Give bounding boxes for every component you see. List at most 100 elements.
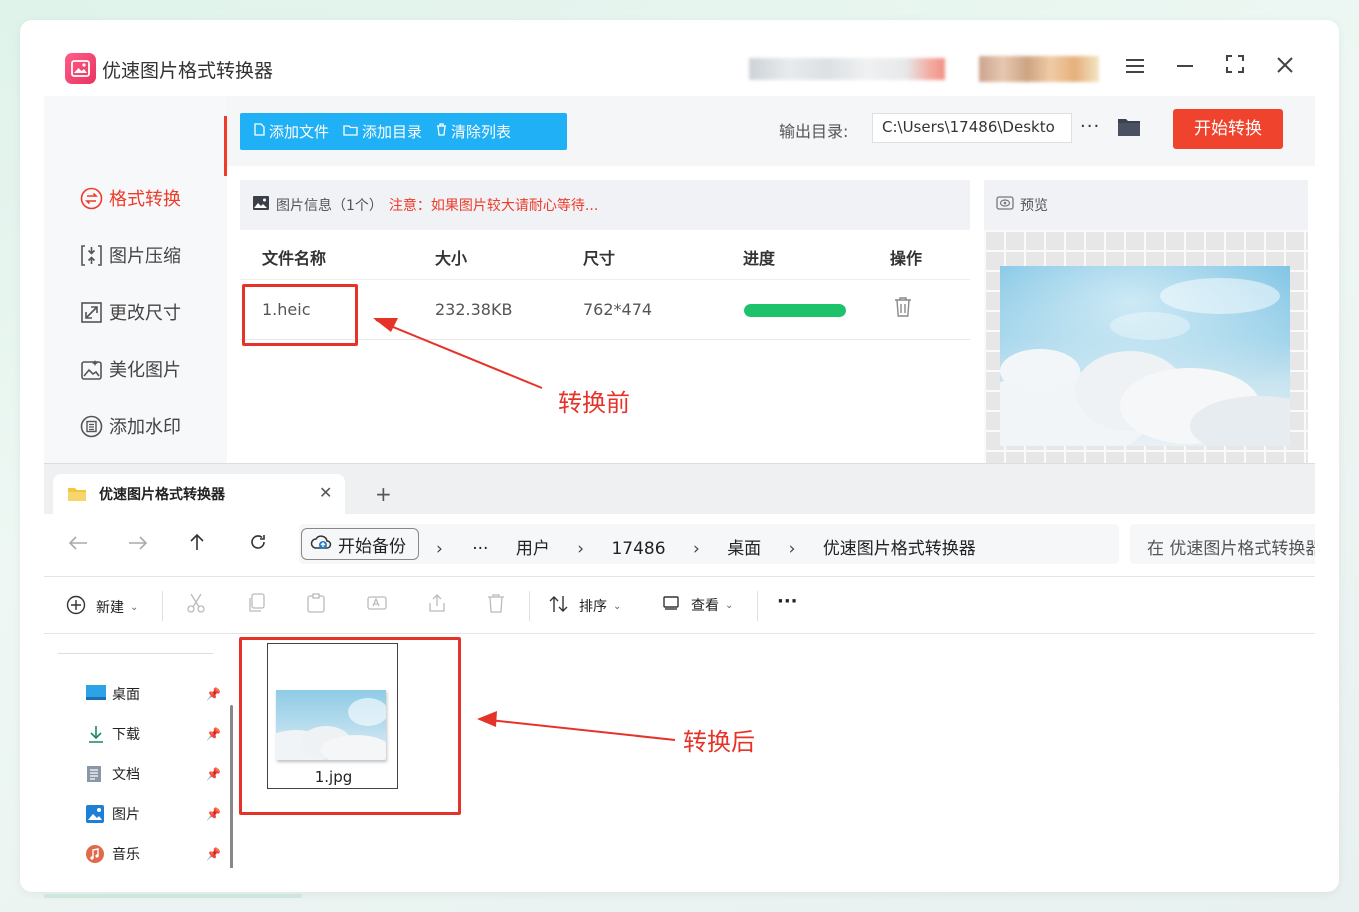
forward-icon[interactable]	[128, 532, 148, 556]
document-icon	[86, 765, 106, 783]
annotation-before: 转换前	[558, 389, 630, 417]
nav-item-music[interactable]: 音乐 📌	[86, 840, 226, 868]
breadcrumb-desktop[interactable]: 桌面	[727, 539, 761, 559]
blurred-account-badge	[979, 56, 1099, 82]
sidebar-item-watermark[interactable]: 添加水印	[44, 402, 227, 450]
up-icon[interactable]	[189, 532, 205, 556]
divider	[757, 591, 758, 621]
progress-fill	[744, 304, 846, 317]
resize-icon	[80, 301, 103, 324]
fullscreen-icon[interactable]	[1219, 52, 1251, 84]
sidebar-item-format-convert[interactable]: 格式转换	[44, 174, 227, 222]
start-convert-button[interactable]: 开始转换	[1173, 109, 1283, 149]
col-dimensions: 尺寸	[583, 249, 616, 268]
nav-item-label: 文档	[112, 767, 140, 783]
open-folder-icon[interactable]	[1117, 116, 1141, 138]
divider	[162, 591, 163, 621]
breadcrumb-users[interactable]: 用户	[516, 539, 550, 559]
image-info-label: 图片信息（1个）	[276, 198, 383, 214]
breadcrumb-folder[interactable]: 优速图片格式转换器	[823, 539, 976, 559]
divider	[529, 591, 530, 621]
refresh-icon[interactable]	[249, 532, 267, 556]
add-file-button[interactable]: 添加文件	[254, 121, 329, 142]
copy-icon[interactable]	[247, 593, 265, 618]
view-label: 查看	[691, 598, 719, 614]
pin-icon[interactable]: 📌	[206, 767, 221, 781]
chevron-down-icon: ⌄	[130, 601, 139, 613]
explorer-tab[interactable]: 优速图片格式转换器	[53, 474, 345, 514]
back-icon[interactable]	[68, 532, 88, 556]
before-highlight-box	[242, 284, 358, 346]
clear-list-button[interactable]: 清除列表	[436, 121, 511, 142]
nav-item-downloads[interactable]: 下载 📌	[86, 720, 226, 748]
watermark-icon	[80, 415, 103, 438]
paste-icon[interactable]	[307, 593, 325, 618]
file-icon	[254, 123, 265, 140]
sidebar-item-label: 美化图片	[109, 360, 181, 381]
new-tab-button[interactable]: +	[375, 482, 392, 506]
command-bar: 新建 ⌄ 排序 ⌄ 查看 ⌄ ···	[44, 576, 1315, 634]
file-button-group: 添加文件 添加目录 清除列表	[240, 113, 567, 150]
annotation-after: 转换后	[683, 728, 755, 756]
progress-bar	[744, 304, 846, 317]
nav-item-pictures[interactable]: 图片 📌	[86, 800, 226, 828]
compress-icon	[80, 244, 103, 267]
pin-icon[interactable]: 📌	[206, 847, 221, 861]
explorer-tab-title: 优速图片格式转换器	[99, 487, 225, 503]
output-dir-input[interactable]: C:\Users\17486\Deskto	[872, 113, 1072, 143]
desktop-icon	[86, 685, 106, 703]
minimize-icon[interactable]	[1169, 52, 1201, 84]
pin-icon[interactable]: 📌	[206, 807, 221, 821]
divider	[58, 653, 213, 654]
navigation-pane: 桌面 📌 下载 📌 文档 📌 图片 📌 音乐 📌	[44, 635, 236, 868]
pin-icon[interactable]: 📌	[206, 687, 221, 701]
share-icon[interactable]	[427, 593, 447, 618]
sidebar-item-compress[interactable]: 图片压缩	[44, 231, 227, 279]
menu-icon[interactable]	[1119, 52, 1151, 84]
tab-close-icon[interactable]: ✕	[319, 483, 332, 502]
file-size-cell: 232.38KB	[435, 300, 513, 319]
new-label: 新建	[96, 600, 124, 616]
close-icon[interactable]	[1269, 52, 1301, 84]
preview-label: 预览	[1020, 198, 1048, 214]
table-header: 文件名称 大小 尺寸 进度 操作	[240, 230, 970, 280]
beautify-icon	[80, 358, 103, 381]
cut-icon[interactable]	[187, 593, 205, 618]
backup-label: 开始备份	[338, 536, 406, 557]
new-button[interactable]: 新建 ⌄	[66, 595, 138, 619]
breadcrumb-user[interactable]: 17486	[611, 539, 665, 559]
preview-canvas	[984, 230, 1308, 465]
nav-item-label: 桌面	[112, 687, 140, 703]
rename-icon[interactable]	[367, 593, 387, 618]
warning-note: 注意：如果图片较大请耐心等待...	[388, 198, 599, 214]
app-titlebar: 优速图片格式转换器	[44, 40, 1315, 96]
delete-row-icon[interactable]	[894, 296, 912, 322]
nav-item-label: 图片	[112, 807, 140, 823]
clear-list-label: 清除列表	[451, 123, 512, 141]
delete-icon[interactable]	[487, 593, 505, 618]
col-size: 大小	[435, 249, 468, 268]
cloud-backup-icon	[310, 533, 332, 556]
pin-icon[interactable]: 📌	[206, 727, 221, 741]
sidebar-item-label: 图片压缩	[109, 246, 181, 267]
search-input[interactable]: 在 优速图片格式转换器	[1130, 524, 1315, 564]
folder-icon	[67, 487, 87, 502]
breadcrumb-overflow[interactable]: ···	[472, 539, 488, 559]
view-button[interactable]: 查看 ⌄	[663, 595, 733, 615]
more-options-button[interactable]: ···	[777, 591, 798, 612]
add-directory-button[interactable]: 添加目录	[343, 121, 422, 142]
preview-image	[1000, 266, 1290, 446]
view-icon	[663, 596, 679, 614]
chevron-down-icon: ⌄	[725, 599, 734, 611]
download-icon	[86, 725, 106, 743]
start-backup-button[interactable]: 开始备份	[301, 528, 419, 560]
nav-item-documents[interactable]: 文档 📌	[86, 760, 226, 788]
browse-more-button[interactable]: ···	[1080, 116, 1100, 137]
sort-button[interactable]: 排序 ⌄	[549, 595, 621, 617]
nav-scrollbar[interactable]	[230, 705, 233, 868]
sidebar-item-resize[interactable]: 更改尺寸	[44, 288, 227, 336]
sidebar-item-beautify[interactable]: 美化图片	[44, 345, 227, 393]
output-dir-label: 输出目录:	[779, 122, 849, 141]
nav-item-label: 音乐	[112, 847, 140, 863]
nav-item-desktop[interactable]: 桌面 📌	[86, 680, 226, 708]
